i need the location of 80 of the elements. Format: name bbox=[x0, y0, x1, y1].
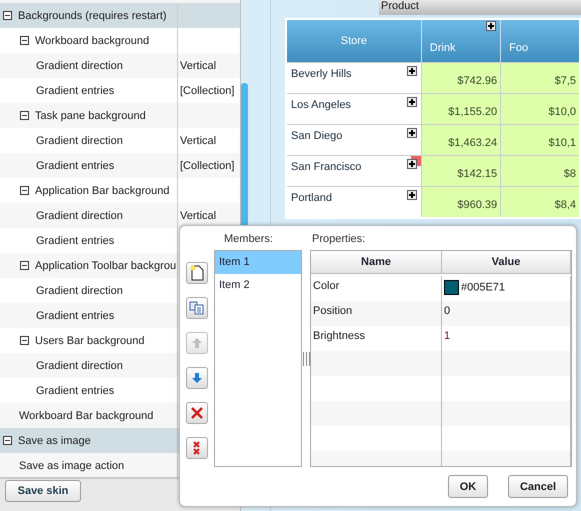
table-cell: $1,155.20 bbox=[421, 94, 501, 124]
property-name: Gradient entries bbox=[36, 310, 114, 322]
property-name: Gradient direction bbox=[36, 360, 123, 372]
expand-icon[interactable] bbox=[406, 128, 417, 138]
collapse-toggle-icon[interactable] bbox=[20, 36, 29, 45]
property-name: Brightness bbox=[313, 330, 365, 342]
property-value[interactable]: Vertical bbox=[178, 210, 216, 222]
collapse-toggle-icon[interactable] bbox=[3, 436, 12, 445]
property-name: Gradient direction bbox=[36, 134, 123, 146]
table-cell: $960.39 bbox=[421, 186, 501, 218]
down-arrow-icon bbox=[191, 372, 203, 384]
table-cell: $1,463.24 bbox=[421, 124, 501, 156]
property-name: Gradient entries bbox=[36, 160, 114, 172]
column-header: Name bbox=[311, 251, 442, 274]
members-label: Members: bbox=[223, 232, 274, 245]
up-arrow-icon bbox=[191, 337, 203, 349]
property-name: Application Toolbar backgrou bbox=[35, 260, 176, 272]
table-cell: $10,1 bbox=[500, 124, 580, 156]
member-item[interactable]: Item 1 bbox=[215, 251, 301, 274]
property-name: Gradient entries bbox=[36, 384, 114, 396]
expand-icon[interactable] bbox=[406, 159, 417, 169]
splitter-grip-icon[interactable] bbox=[302, 352, 310, 366]
expand-icon[interactable] bbox=[406, 97, 417, 107]
save-skin-button[interactable]: Save skin bbox=[5, 480, 81, 502]
row-header-cell: Beverly Hills bbox=[286, 62, 422, 94]
expand-icon[interactable] bbox=[406, 190, 417, 200]
row-header-cell: Portland bbox=[286, 186, 422, 218]
collapse-toggle-icon[interactable] bbox=[20, 186, 29, 195]
table-cell: $7,5 bbox=[500, 62, 580, 94]
property-name: Workboard Bar background bbox=[19, 410, 154, 422]
column-header: Value bbox=[442, 251, 571, 274]
property-name: Task pane background bbox=[35, 110, 146, 122]
collapse-toggle-icon[interactable] bbox=[20, 261, 29, 270]
expand-icon[interactable] bbox=[486, 21, 496, 31]
property-name: Color bbox=[313, 280, 340, 292]
row-header-cell: San Francisco bbox=[286, 156, 422, 186]
table-cell: $8 bbox=[500, 156, 580, 186]
collapse-toggle-icon[interactable] bbox=[20, 336, 29, 345]
row-header-cell: Los Angeles bbox=[286, 94, 422, 124]
new-document-icon bbox=[190, 265, 204, 281]
collapse-toggle-icon[interactable] bbox=[3, 11, 12, 20]
delete-all-button[interactable] bbox=[186, 437, 208, 459]
property-name: Gradient entries bbox=[36, 84, 114, 96]
property-name: Gradient direction bbox=[36, 284, 123, 296]
column-field-header[interactable]: Product bbox=[379, 0, 581, 15]
copy-icon bbox=[189, 301, 205, 315]
member-item[interactable]: Item 2 bbox=[215, 274, 301, 297]
delete-all-icon bbox=[193, 441, 201, 455]
cancel-button[interactable]: Cancel bbox=[508, 475, 568, 498]
delete-button[interactable] bbox=[186, 402, 208, 424]
property-value[interactable]: [Collection] bbox=[178, 160, 234, 172]
table-cell: $142.15 bbox=[421, 156, 501, 186]
collapse-toggle-icon[interactable] bbox=[20, 111, 29, 120]
row-header-cell: San Diego bbox=[286, 124, 422, 156]
property-name: Position bbox=[313, 305, 352, 317]
property-name: Application Bar background bbox=[35, 184, 170, 196]
table-cell: $742.96 bbox=[421, 62, 501, 94]
ok-button[interactable]: OK bbox=[448, 475, 488, 498]
property-value[interactable]: Vertical bbox=[178, 60, 216, 72]
property-name: Gradient direction bbox=[36, 60, 123, 72]
property-name: Workboard background bbox=[35, 34, 150, 46]
table-cell: $10,0 bbox=[500, 94, 580, 124]
new-button[interactable] bbox=[186, 262, 208, 284]
properties-label: Properties: bbox=[311, 232, 366, 245]
property-value: 0 bbox=[444, 305, 450, 317]
down-button[interactable] bbox=[186, 367, 208, 389]
property-name: Save as image action bbox=[19, 460, 124, 472]
property-name: Users Bar background bbox=[35, 334, 144, 346]
property-name: Save as image bbox=[18, 434, 91, 446]
delete-icon bbox=[191, 407, 203, 419]
property-name: Gradient entries bbox=[36, 234, 114, 246]
property-value[interactable]: Vertical bbox=[178, 134, 216, 146]
copy-button[interactable] bbox=[186, 297, 208, 319]
property-value[interactable]: [Collection] bbox=[178, 84, 234, 96]
table-cell: $8,4 bbox=[500, 186, 580, 218]
property-value: 1 bbox=[444, 330, 450, 342]
expand-icon[interactable] bbox=[406, 66, 417, 76]
property-value: #005E71 bbox=[461, 281, 506, 294]
property-name: Backgrounds (requires restart) bbox=[18, 10, 167, 22]
property-name: Gradient direction bbox=[36, 210, 123, 222]
